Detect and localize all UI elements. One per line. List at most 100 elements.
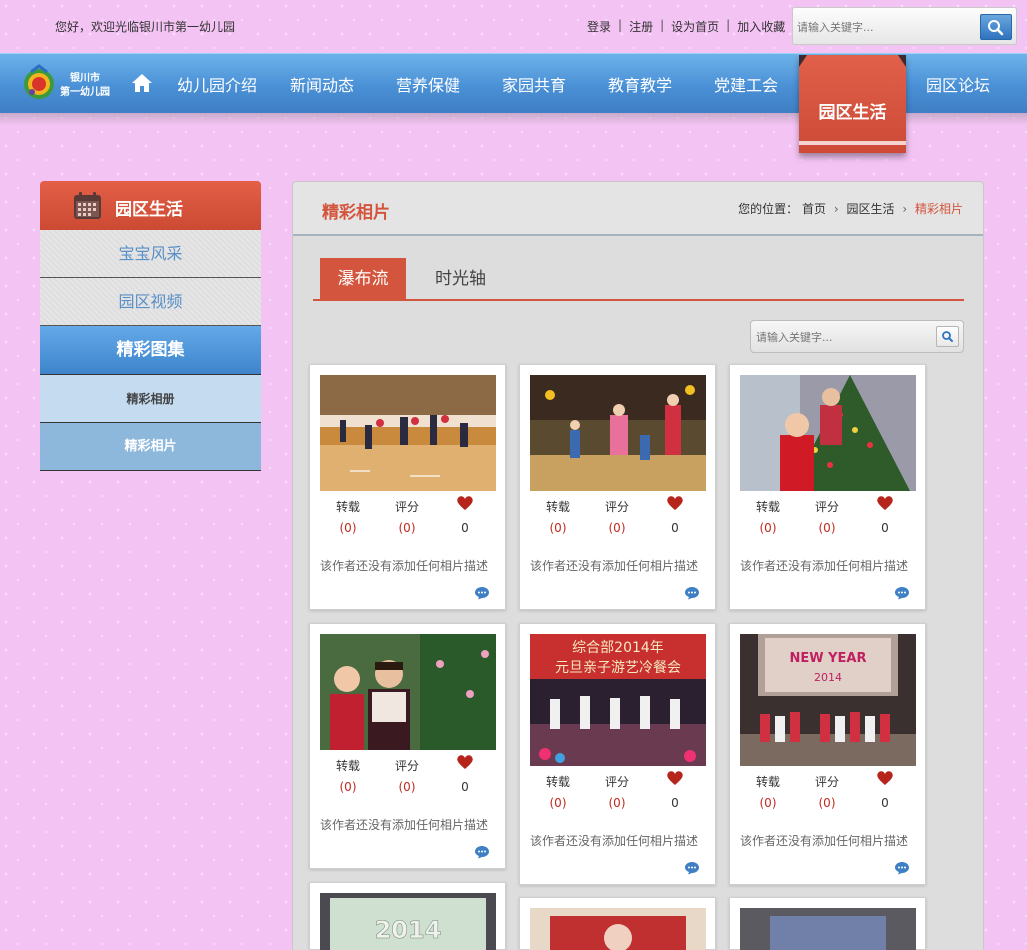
svg-text:NEW YEAR: NEW YEAR [790,651,867,666]
sidebar: 园区生活 宝宝风采 园区视频 精彩图集 精彩相册 精彩相片 [40,181,261,471]
photo-thumbnail[interactable]: NEW YEAR 2014 [740,634,916,766]
comment-icon[interactable] [684,861,700,875]
top-search-input[interactable] [797,16,973,38]
nav-item-intro[interactable]: 幼儿园介绍 [177,72,257,96]
like-button[interactable] [650,495,700,514]
rate-label[interactable]: 评分 [802,773,852,790]
photo-image [320,375,496,491]
photo-card[interactable]: 转载 评分 (0) (0) 0 该作者还没有添加任何相片描述 [729,364,926,610]
sidebar-item-photos-active[interactable]: 精彩相片 [40,423,261,471]
photo-card[interactable]: 综合部2014年 元旦亲子游艺冷餐会 转载 评分 (0) (0) 0 该作者还没… [519,623,716,885]
nav-item-nutrition[interactable]: 营养保健 [396,72,460,96]
breadcrumb-home[interactable]: 首页 [802,202,826,216]
repost-label[interactable]: 转载 [743,498,793,515]
sidebar-item-baby-showcase[interactable]: 宝宝风采 [40,230,261,278]
divider: | [726,18,731,32]
comment-icon[interactable] [684,586,700,600]
photo-thumbnail[interactable] [320,634,496,750]
photo-card[interactable] [519,897,716,950]
tab-notch [898,55,906,67]
nav-item-education[interactable]: 教育教学 [608,72,672,96]
repost-label[interactable]: 转载 [323,498,373,515]
login-link[interactable]: 登录 [587,18,611,35]
repost-count: (0) [339,780,357,794]
photo-card[interactable] [729,897,926,950]
rate-label[interactable]: 评分 [802,498,852,515]
photo-thumbnail[interactable]: 综合部2014年 元旦亲子游艺冷餐会 [530,634,706,766]
tab-timeline[interactable]: 时光轴 [435,258,486,300]
breadcrumb-campus-life[interactable]: 园区生活 [847,202,895,216]
repost-label[interactable]: 转载 [743,773,793,790]
photo-card[interactable]: 转载 评分 (0) (0) 0 该作者还没有添加任何相片描述 [309,364,506,610]
site-logo[interactable]: 银川市 第一幼儿园 [18,62,118,106]
photo-card[interactable]: 转载 评分 (0) (0) 0 该作者还没有添加任何相片描述 [519,364,716,610]
add-favorite-link[interactable]: 加入收藏 [737,18,785,35]
nav-item-campus-life-active[interactable]: 园区生活 [799,55,906,153]
home-icon[interactable] [131,73,153,93]
nav-item-news[interactable]: 新闻动态 [290,72,354,96]
svg-text:2014: 2014 [814,671,842,684]
chevron-right-icon: › [902,202,908,216]
photo-image [530,375,706,491]
like-button[interactable] [650,770,700,789]
rate-label[interactable]: 评分 [382,757,432,774]
like-button[interactable] [440,495,490,514]
rate-count: (0) [398,780,416,794]
heart-icon[interactable] [876,770,894,786]
logo-line-1: 银川市 [70,73,100,84]
comment-icon[interactable] [474,586,490,600]
register-link[interactable]: 注册 [629,18,653,35]
tab-stripe [799,141,906,145]
like-button[interactable] [860,770,910,789]
photo-card[interactable]: 转载 评分 (0) (0) 0 该作者还没有添加任何相片描述 [309,623,506,869]
photo-search-button[interactable] [936,326,959,347]
heart-icon[interactable] [666,770,684,786]
heart-icon[interactable] [456,754,474,770]
photo-description: 该作者还没有添加任何相片描述 [320,559,489,573]
nav-item-family[interactable]: 家园共育 [502,72,566,96]
photo-search-box [750,320,964,353]
rate-label[interactable]: 评分 [592,773,642,790]
heart-icon[interactable] [666,495,684,511]
rate-label[interactable]: 评分 [382,498,432,515]
tab-waterfall[interactable]: 瀑布流 [320,258,406,300]
comment-icon[interactable] [894,586,910,600]
sidebar-item-campus-video[interactable]: 园区视频 [40,278,261,326]
repost-label[interactable]: 转载 [533,773,583,790]
breadcrumb-prefix: 您的位置： [738,202,799,216]
photo-image [320,634,496,750]
rate-label[interactable]: 评分 [592,498,642,515]
photo-card[interactable]: 2014 [309,882,506,950]
photo-thumbnail[interactable] [530,375,706,491]
photo-description: 该作者还没有添加任何相片描述 [740,559,909,573]
comment-icon[interactable] [894,861,910,875]
nav-item-party[interactable]: 党建工会 [714,72,778,96]
sidebar-section-gallery[interactable]: 精彩图集 [40,326,261,375]
rate-count: (0) [608,796,626,810]
like-count: 0 [461,521,469,535]
nav-item-forum[interactable]: 园区论坛 [926,72,990,96]
active-tab-label: 园区生活 [818,103,887,123]
like-button[interactable] [860,495,910,514]
welcome-text: 您好，欢迎光临银川市第一幼儿园 [55,20,236,34]
photo-thumbnail[interactable]: 2014 [320,893,496,950]
photo-thumbnail[interactable] [740,908,916,950]
sidebar-item-albums[interactable]: 精彩相册 [40,375,261,423]
top-search-button[interactable] [980,14,1012,40]
photo-thumbnail[interactable] [530,908,706,950]
divider: | [618,18,623,32]
heart-icon[interactable] [876,495,894,511]
photo-search-input[interactable] [756,327,926,347]
photo-thumbnail[interactable] [320,375,496,491]
photo-card[interactable]: NEW YEAR 2014 转载 评分 (0) (0) 0 该作者还没有添加任何… [729,623,926,885]
repost-label[interactable]: 转载 [323,757,373,774]
set-homepage-link[interactable]: 设为首页 [671,18,719,35]
like-button[interactable] [440,754,490,773]
heart-icon[interactable] [456,495,474,511]
like-count: 0 [881,796,889,810]
top-bar: 您好，欢迎光临银川市第一幼儿园 登录 | 注册 | 设为首页 | 加入收藏 [0,0,1027,52]
comment-icon[interactable] [474,845,490,859]
like-count: 0 [881,521,889,535]
photo-thumbnail[interactable] [740,375,916,491]
repost-label[interactable]: 转载 [533,498,583,515]
